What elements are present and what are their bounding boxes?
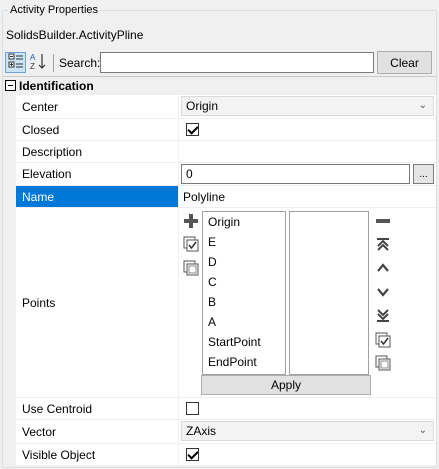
property-name: Vector <box>16 420 179 443</box>
search-input[interactable] <box>100 52 374 73</box>
chevron-down-icon: ⌄ <box>418 100 427 111</box>
property-name: Visible Object <box>16 444 179 465</box>
property-row-use-centroid[interactable]: Use Centroid <box>16 398 436 420</box>
clear-button[interactable]: Clear <box>377 51 432 74</box>
move-down-icon[interactable] <box>375 284 391 300</box>
remove-icon[interactable] <box>375 213 391 229</box>
property-value-cell <box>180 398 436 419</box>
category-identification[interactable]: Identification <box>3 77 436 95</box>
elevation-value: 0 <box>186 167 193 181</box>
use-centroid-checkbox[interactable] <box>186 402 199 415</box>
closed-checkbox[interactable] <box>186 123 199 136</box>
property-name: Points <box>16 208 179 397</box>
list-item[interactable]: A <box>203 312 285 332</box>
available-points-list[interactable]: Origin E D C B A StartPoint EndPoint <box>202 211 286 375</box>
property-value-cell <box>180 119 436 140</box>
center-combobox[interactable]: Origin ⌄ <box>181 96 434 116</box>
property-row-elevation[interactable]: Elevation 0 ... <box>16 163 436 186</box>
list-item[interactable]: E <box>203 232 285 252</box>
list-item[interactable]: Origin <box>203 212 285 232</box>
toolbar-separator <box>53 54 54 72</box>
property-value-cell: 0 ... <box>180 163 436 185</box>
grid-gutter <box>3 95 16 467</box>
svg-text:A: A <box>30 53 36 62</box>
property-name: Elevation <box>16 163 179 185</box>
property-name: Use Centroid <box>16 398 179 419</box>
description-value[interactable] <box>180 141 436 162</box>
property-row-center[interactable]: Center Origin ⌄ <box>16 95 436 119</box>
category-label: Identification <box>19 79 94 93</box>
property-row-closed[interactable]: Closed <box>16 119 436 141</box>
selected-points-list[interactable] <box>289 211 369 375</box>
list-item[interactable]: C <box>203 272 285 292</box>
combo-value: Origin <box>186 99 219 113</box>
check-all-icon[interactable] <box>375 332 391 348</box>
collapse-icon[interactable] <box>5 80 16 91</box>
property-value-cell: Origin ⌄ <box>180 95 436 118</box>
vector-combobox[interactable]: ZAxis ⌄ <box>181 421 434 441</box>
name-value[interactable]: Polyline <box>180 186 436 207</box>
property-row-points[interactable]: Points Origin E D C B A StartPoint EndPo… <box>16 208 436 398</box>
property-value-cell <box>180 444 436 465</box>
combo-value: ZAxis <box>186 424 216 438</box>
move-top-icon[interactable] <box>375 236 391 252</box>
property-name: Closed <box>16 119 179 140</box>
visible-object-checkbox[interactable] <box>186 448 199 461</box>
property-value-cell: ZAxis ⌄ <box>180 420 436 443</box>
alphabetical-button[interactable]: A Z <box>28 52 49 73</box>
alphabetical-sort-icon: A Z <box>30 52 48 73</box>
property-name: Name <box>16 186 179 207</box>
check-all-icon[interactable] <box>183 236 199 252</box>
move-bottom-icon[interactable] <box>375 308 391 324</box>
list-item[interactable]: StartPoint <box>203 332 285 352</box>
group-title: Activity Properties <box>8 4 101 16</box>
svg-text:Z: Z <box>30 62 35 70</box>
elevation-ellipsis-button[interactable]: ... <box>413 164 434 184</box>
list-item[interactable]: D <box>203 252 285 272</box>
property-name: Center <box>16 95 179 118</box>
list-item[interactable]: EndPoint <box>203 352 285 372</box>
categorized-icon <box>8 53 24 72</box>
property-row-visible-object[interactable]: Visible Object <box>16 444 436 466</box>
categorized-button[interactable] <box>5 52 26 73</box>
property-row-vector[interactable]: Vector ZAxis ⌄ <box>16 420 436 444</box>
elevation-input[interactable]: 0 <box>181 164 410 184</box>
apply-button[interactable]: Apply <box>201 375 371 395</box>
object-name-label: SolidsBuilder.ActivityPline <box>6 28 144 42</box>
uncheck-all-icon[interactable] <box>375 355 391 371</box>
move-up-icon[interactable] <box>375 260 391 276</box>
property-row-name[interactable]: Name Polyline <box>16 186 436 208</box>
points-editor: Origin E D C B A StartPoint EndPoint App… <box>180 208 436 396</box>
uncheck-all-icon[interactable] <box>183 260 199 276</box>
chevron-down-icon: ⌄ <box>418 425 427 436</box>
list-item[interactable]: B <box>203 292 285 312</box>
property-toolbar: A Z Search: Clear <box>4 51 435 75</box>
add-icon[interactable] <box>183 213 199 229</box>
property-grid: Identification Center Origin ⌄ Closed De… <box>3 76 436 467</box>
property-row-description[interactable]: Description <box>16 141 436 163</box>
search-label: Search: <box>59 56 101 70</box>
property-name: Description <box>16 141 179 162</box>
